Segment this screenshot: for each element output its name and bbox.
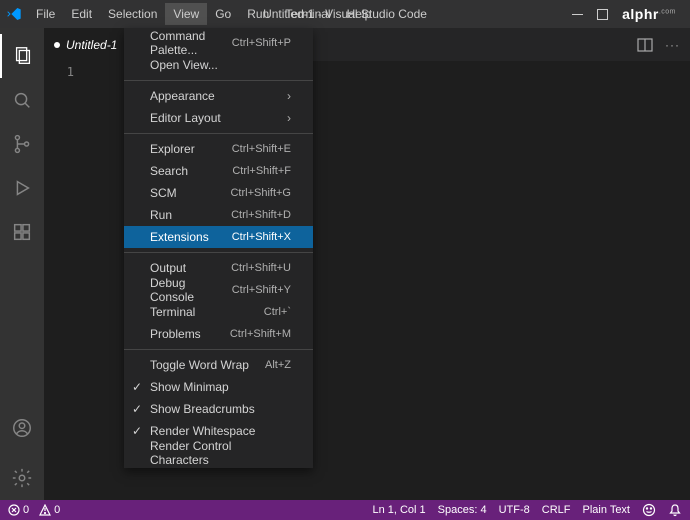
status-eol[interactable]: CRLF [542, 504, 571, 516]
title-bar: File Edit Selection View Go Run Terminal… [0, 0, 690, 28]
more-actions-icon[interactable]: ··· [665, 38, 680, 52]
settings-gear-icon[interactable] [0, 456, 44, 500]
extensions-icon[interactable] [0, 210, 44, 254]
check-icon: ✓ [132, 424, 142, 438]
explorer-icon[interactable] [0, 34, 44, 78]
minimize-icon[interactable] [572, 9, 583, 20]
menu-separator [124, 80, 313, 81]
menu-open-view[interactable]: Open View... [124, 54, 313, 76]
check-icon: ✓ [132, 402, 142, 416]
status-warnings[interactable]: 0 [39, 504, 60, 516]
menu-go[interactable]: Go [207, 3, 239, 25]
menu-toggle-word-wrap[interactable]: Toggle Word WrapAlt+Z [124, 354, 313, 376]
run-debug-icon[interactable] [0, 166, 44, 210]
menu-view-run[interactable]: RunCtrl+Shift+D [124, 204, 313, 226]
menu-show-minimap[interactable]: ✓Show Minimap [124, 376, 313, 398]
status-errors[interactable]: 0 [8, 504, 29, 516]
menu-render-control-characters[interactable]: Render Control Characters [124, 442, 313, 464]
view-menu-dropdown: Command Palette...Ctrl+Shift+P Open View… [124, 28, 313, 468]
status-language[interactable]: Plain Text [583, 504, 631, 516]
menu-separator [124, 252, 313, 253]
notifications-bell-icon[interactable] [668, 503, 682, 517]
menu-view-search[interactable]: SearchCtrl+Shift+F [124, 160, 313, 182]
menu-view-debug-console[interactable]: Debug ConsoleCtrl+Shift+Y [124, 279, 313, 301]
menu-selection[interactable]: Selection [100, 3, 165, 25]
status-encoding[interactable]: UTF-8 [499, 504, 530, 516]
line-number: 1 [44, 61, 84, 79]
search-icon[interactable] [0, 78, 44, 122]
menu-show-breadcrumbs[interactable]: ✓Show Breadcrumbs [124, 398, 313, 420]
check-icon: ✓ [132, 380, 142, 394]
menu-separator [124, 349, 313, 350]
menu-command-palette[interactable]: Command Palette...Ctrl+Shift+P [124, 32, 313, 54]
menu-view-scm[interactable]: SCMCtrl+Shift+G [124, 182, 313, 204]
menu-file[interactable]: File [28, 3, 63, 25]
menu-view-explorer[interactable]: ExplorerCtrl+Shift+E [124, 138, 313, 160]
window-title: Untitled-1 - Visual Studio Code [263, 7, 427, 21]
feedback-icon[interactable] [642, 503, 656, 517]
vscode-logo-icon [6, 6, 22, 22]
menu-view-problems[interactable]: ProblemsCtrl+Shift+M [124, 323, 313, 345]
split-editor-icon[interactable] [637, 37, 653, 53]
menu-view-terminal[interactable]: TerminalCtrl+` [124, 301, 313, 323]
accounts-icon[interactable] [0, 406, 44, 450]
menu-view-extensions[interactable]: ExtensionsCtrl+Shift+X [124, 226, 313, 248]
chevron-right-icon: › [287, 89, 291, 103]
tab-label: Untitled-1 [66, 38, 117, 52]
menu-appearance[interactable]: Appearance› [124, 85, 313, 107]
menu-editor-layout[interactable]: Editor Layout› [124, 107, 313, 129]
alphr-logo: alphr.com [622, 6, 676, 22]
status-spaces[interactable]: Spaces: 4 [438, 504, 487, 516]
modified-dot-icon [54, 42, 60, 48]
status-ln-col[interactable]: Ln 1, Col 1 [372, 504, 425, 516]
maximize-icon[interactable] [597, 9, 608, 20]
menu-separator [124, 133, 313, 134]
menu-edit[interactable]: Edit [63, 3, 100, 25]
menu-view[interactable]: View [165, 3, 207, 25]
activity-bar [0, 28, 44, 500]
status-bar: 0 0 Ln 1, Col 1 Spaces: 4 UTF-8 CRLF Pla… [0, 500, 690, 520]
source-control-icon[interactable] [0, 122, 44, 166]
chevron-right-icon: › [287, 111, 291, 125]
